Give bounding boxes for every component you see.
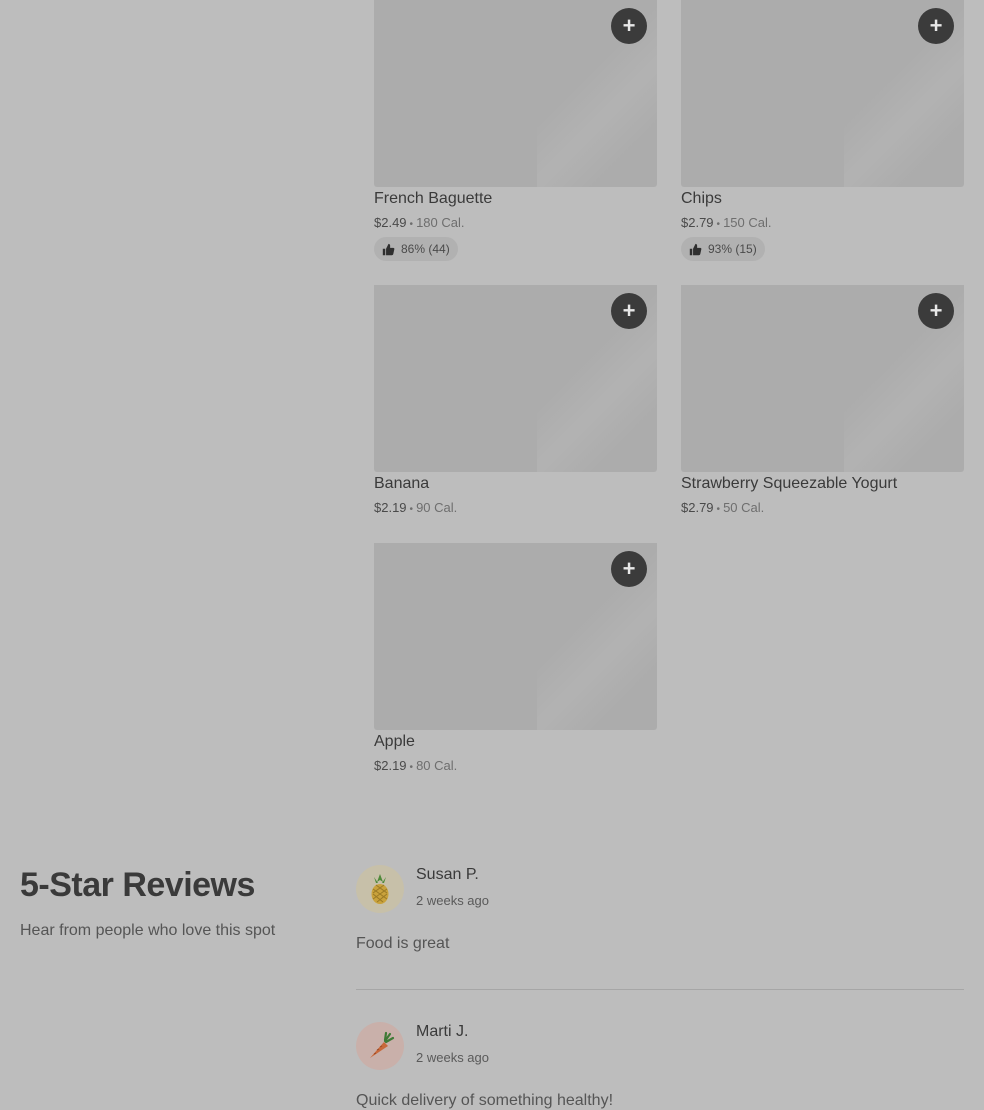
- reviews-title: 5-Star Reviews: [20, 866, 255, 904]
- add-to-cart-button[interactable]: +: [918, 8, 954, 44]
- reviewer-name: Marti J.: [416, 1023, 469, 1040]
- separator-dot: •: [409, 762, 414, 773]
- add-to-cart-button[interactable]: +: [918, 293, 954, 329]
- separator-dot: •: [716, 504, 721, 515]
- item-name[interactable]: Apple: [374, 733, 415, 751]
- thumbs-up-icon: [689, 243, 702, 255]
- review-item: Susan P. 2 weeks ago Food is great: [356, 865, 964, 975]
- rating-text: 93% (15): [708, 242, 757, 256]
- review-divider: [356, 989, 964, 990]
- item-meta: $2.19 • 90 Cal.: [374, 500, 457, 515]
- item-calories: 150 Cal.: [723, 215, 772, 230]
- pineapple-icon: [371, 874, 389, 904]
- item-name[interactable]: Strawberry Squeezable Yogurt: [681, 475, 897, 493]
- review-date: 2 weeks ago: [416, 1050, 489, 1065]
- item-price: $2.19: [374, 500, 407, 515]
- separator-dot: •: [409, 219, 414, 230]
- rating-text: 86% (44): [401, 242, 450, 256]
- item-calories: 80 Cal.: [416, 758, 458, 773]
- item-name[interactable]: Chips: [681, 190, 722, 208]
- thumbs-up-icon: [382, 243, 395, 255]
- review-date: 2 weeks ago: [416, 893, 489, 908]
- item-price: $2.49: [374, 215, 407, 230]
- item-price: $2.79: [681, 500, 714, 515]
- review-text: Food is great: [356, 935, 450, 952]
- rating-badge: 93% (15): [681, 237, 765, 261]
- avatar: [356, 1022, 404, 1070]
- review-text: Quick delivery of something healthy!: [356, 1092, 614, 1109]
- item-name[interactable]: Banana: [374, 475, 429, 493]
- item-name[interactable]: French Baguette: [374, 190, 492, 208]
- avatar: [356, 865, 404, 913]
- add-to-cart-button[interactable]: +: [611, 293, 647, 329]
- add-to-cart-button[interactable]: +: [611, 8, 647, 44]
- item-calories: 90 Cal.: [416, 500, 458, 515]
- item-meta: $2.49 • 180 Cal.: [374, 215, 464, 230]
- item-price: $2.19: [374, 758, 407, 773]
- item-calories: 180 Cal.: [416, 215, 465, 230]
- review-item: Marti J. 2 weeks ago Quick delivery of s…: [356, 1022, 964, 1109]
- reviewer-name: Susan P.: [416, 866, 479, 883]
- item-meta: $2.79 • 50 Cal.: [681, 500, 764, 515]
- reviews-subtitle: Hear from people who love this spot: [20, 922, 276, 939]
- separator-dot: •: [409, 504, 414, 515]
- separator-dot: •: [716, 219, 721, 230]
- item-meta: $2.19 • 80 Cal.: [374, 758, 457, 773]
- rating-badge: 86% (44): [374, 237, 458, 261]
- add-to-cart-button[interactable]: +: [611, 551, 647, 587]
- item-price: $2.79: [681, 215, 714, 230]
- carrot-icon: [370, 1031, 395, 1058]
- item-meta: $2.79 • 150 Cal.: [681, 215, 771, 230]
- item-calories: 50 Cal.: [723, 500, 765, 515]
